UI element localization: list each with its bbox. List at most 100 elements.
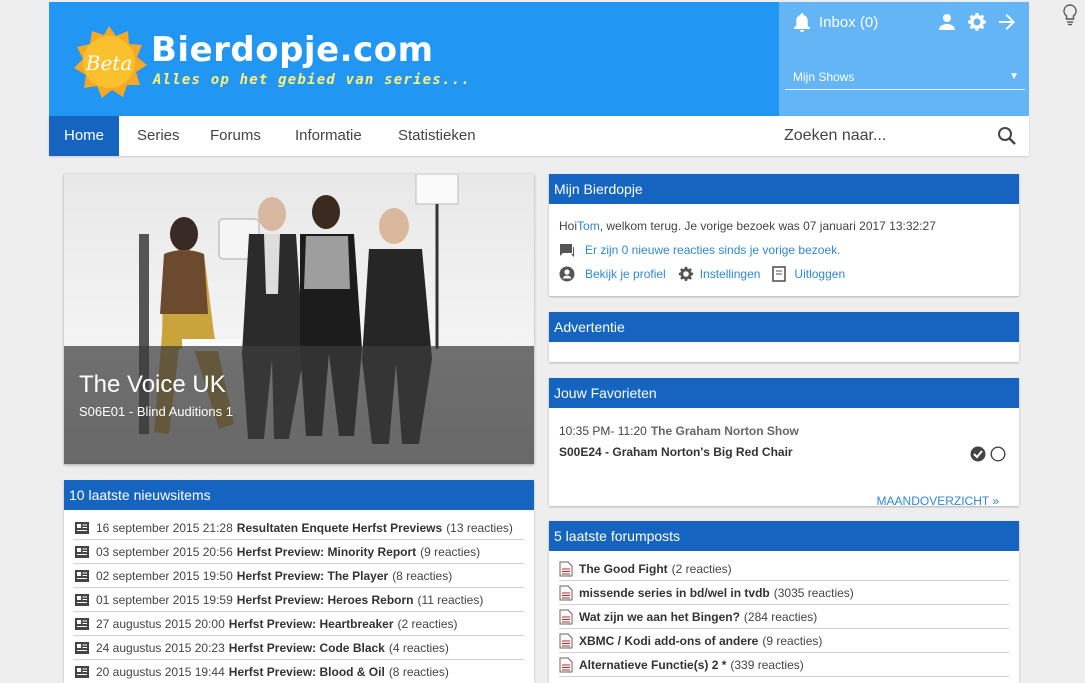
comment-icon bbox=[560, 244, 574, 257]
profile-link[interactable]: Bekijk je profiel bbox=[585, 267, 666, 281]
document-icon bbox=[559, 657, 573, 672]
news-date: 20 augustus 2015 19:44 bbox=[96, 664, 225, 679]
hero-episode[interactable]: S06E01 - Blind Auditions 1 bbox=[79, 404, 233, 419]
newspaper-icon bbox=[75, 545, 89, 558]
forum-item[interactable]: Alternatieve Functie(s) 2 * (339 reacties… bbox=[559, 653, 1009, 677]
news-title[interactable]: Resultaten Enquete Herfst Previews bbox=[237, 521, 442, 535]
featured-show[interactable]: The Voice UK S06E01 - Blind Auditions 1 bbox=[64, 174, 534, 464]
logout-door-icon bbox=[772, 266, 787, 282]
document-icon bbox=[559, 585, 573, 600]
site-header: Beta Bierdopje.com Alles op het gebied v… bbox=[49, 2, 1029, 116]
news-count: (11 reacties) bbox=[417, 592, 484, 607]
news-title[interactable]: Herfst Preview: The Player bbox=[237, 569, 388, 583]
mijn-bierdopje-card: Mijn Bierdopje Hoi Tom , welkom terug. J… bbox=[549, 174, 1019, 296]
site-logo-title[interactable]: Bierdopje.com bbox=[151, 30, 434, 70]
month-overview-link[interactable]: MAANDOVERZICHT » bbox=[877, 494, 999, 508]
news-title[interactable]: Herfst Preview: Code Black bbox=[229, 641, 385, 655]
news-card-title: 10 laatste nieuwsitems bbox=[64, 480, 534, 510]
news-item[interactable]: 20 augustus 2015 19:44 Herfst Preview: Bl… bbox=[74, 660, 524, 683]
forum-item[interactable]: Wat zijn we aan het Bingen? (284 reacties… bbox=[559, 605, 1009, 629]
forum-post-title[interactable]: The Good Fight bbox=[579, 562, 668, 576]
reactions-row[interactable]: Er zijn 0 nieuwe reacties sinds je vorig… bbox=[559, 238, 1009, 262]
news-item[interactable]: 16 september 2015 21:28 Resultaten Enquet… bbox=[74, 516, 524, 540]
search-icon[interactable] bbox=[997, 126, 1017, 146]
newspaper-icon bbox=[75, 569, 89, 582]
news-title[interactable]: Herfst Preview: Heroes Reborn bbox=[237, 593, 414, 607]
inbox-link[interactable]: Inbox (0) bbox=[793, 12, 878, 32]
news-date: 02 september 2015 19:50 bbox=[96, 568, 233, 583]
gear-icon[interactable] bbox=[967, 12, 987, 32]
newspaper-icon bbox=[75, 641, 89, 654]
beta-badge-icon[interactable]: Beta bbox=[71, 24, 147, 100]
news-list: 16 september 2015 21:28 Resultaten Enquet… bbox=[64, 510, 534, 683]
nav-informatie[interactable]: Informatie bbox=[280, 116, 377, 156]
nav-home[interactable]: Home bbox=[49, 116, 120, 156]
empty-circle-icon[interactable] bbox=[990, 446, 1006, 462]
forum-post-title[interactable]: XBMC / Kodi add-ons of andere bbox=[579, 634, 758, 648]
news-title[interactable]: Herfst Preview: Minority Report bbox=[237, 545, 416, 559]
main-nav: Home Series Forums Informatie Statistiek… bbox=[49, 116, 1029, 156]
checkmark-circle-icon[interactable] bbox=[970, 446, 986, 462]
forum-post-count: (3035 reacties) bbox=[773, 585, 854, 600]
inbox-label: Inbox (0) bbox=[819, 13, 879, 31]
news-item[interactable]: 02 september 2015 19:50 Herfst Preview: T… bbox=[74, 564, 524, 588]
beta-label: Beta bbox=[85, 51, 133, 75]
hero-title[interactable]: The Voice UK bbox=[79, 371, 226, 399]
profile-icon[interactable] bbox=[937, 12, 957, 32]
news-item[interactable]: 03 september 2015 20:56 Herfst Preview: M… bbox=[74, 540, 524, 564]
news-count: (9 reacties) bbox=[420, 544, 481, 559]
news-title[interactable]: Herfst Preview: Heartbreaker bbox=[229, 617, 394, 631]
news-count: (8 reacties) bbox=[392, 568, 453, 583]
document-icon bbox=[559, 633, 573, 648]
news-count: (13 reacties) bbox=[446, 520, 513, 535]
chevron-down-icon: ▼ bbox=[1009, 71, 1019, 82]
forum-title: 5 laatste forumposts bbox=[549, 521, 1019, 551]
newspaper-icon bbox=[75, 593, 89, 606]
forum-post-title[interactable]: missende series in bd/wel in tvdb bbox=[579, 586, 770, 600]
news-item[interactable]: 01 september 2015 19:59 Herfst Preview: H… bbox=[74, 588, 524, 612]
username-link[interactable]: Tom bbox=[577, 219, 600, 233]
forum-post-title[interactable]: Alternatieve Functie(s) 2 * bbox=[579, 658, 726, 672]
document-icon bbox=[559, 609, 573, 624]
news-count: (8 reacties) bbox=[388, 664, 449, 679]
logout-arrow-icon[interactable] bbox=[997, 12, 1017, 32]
favorite-time-row: 10:35 PM- 11:20 The Graham Norton Show bbox=[559, 422, 1009, 440]
newspaper-icon bbox=[75, 521, 89, 534]
news-title[interactable]: Herfst Preview: Blood & Oil bbox=[229, 665, 385, 679]
myshows-label: Mijn Shows bbox=[793, 70, 855, 84]
favorites-title: Jouw Favorieten bbox=[549, 378, 1019, 408]
myshows-select[interactable]: Mijn Shows ▼ bbox=[785, 64, 1025, 90]
user-panel: Inbox (0) Mijn Shows ▼ bbox=[779, 2, 1029, 116]
search-box[interactable]: Zoeken naar... bbox=[784, 116, 1029, 156]
favorites-card: Jouw Favorieten 10:35 PM- 11:20 The Grah… bbox=[549, 378, 1019, 508]
settings-gear-icon bbox=[678, 266, 693, 282]
forum-item[interactable]: The Good Fight (2 reacties) bbox=[559, 557, 1009, 581]
nav-series[interactable]: Series bbox=[122, 116, 195, 156]
news-date: 24 augustus 2015 20:23 bbox=[96, 640, 225, 655]
settings-link[interactable]: Instellingen bbox=[700, 267, 761, 281]
bell-icon bbox=[794, 13, 810, 32]
favorite-time: 10:35 PM- 11:20 bbox=[559, 424, 647, 438]
news-count: (2 reacties) bbox=[397, 616, 458, 631]
nav-statistieken[interactable]: Statistieken bbox=[383, 116, 491, 156]
news-card: 10 laatste nieuwsitems 16 september 2015… bbox=[64, 480, 534, 683]
user-actions bbox=[937, 12, 1017, 32]
forum-item[interactable]: XBMC / Kodi add-ons of andere (9 reacties… bbox=[559, 629, 1009, 653]
welcome-line: Hoi Tom , welkom terug. Je vorige bezoek… bbox=[559, 216, 1009, 236]
mijn-card-title: Mijn Bierdopje bbox=[549, 174, 1019, 204]
logout-link[interactable]: Uitloggen bbox=[794, 267, 845, 281]
advertisement-title: Advertentie bbox=[549, 312, 1019, 342]
reactions-link[interactable]: Er zijn 0 nieuwe reacties sinds je vorig… bbox=[585, 243, 840, 257]
forum-post-title[interactable]: Wat zijn we aan het Bingen? bbox=[579, 610, 740, 624]
favorite-episode-row: S00E24 - Graham Norton's Big Red Chair bbox=[559, 440, 1009, 464]
favorite-show-link[interactable]: The Graham Norton Show bbox=[651, 424, 799, 438]
search-input[interactable]: Zoeken naar... bbox=[784, 116, 886, 156]
favorite-episode[interactable]: S00E24 - Graham Norton's Big Red Chair bbox=[559, 445, 793, 459]
newspaper-icon bbox=[75, 617, 89, 630]
nav-forums[interactable]: Forums bbox=[195, 116, 276, 156]
lightbulb-icon[interactable] bbox=[1062, 4, 1078, 26]
news-item[interactable]: 24 augustus 2015 20:23 Herfst Preview: Co… bbox=[74, 636, 524, 660]
news-item[interactable]: 27 augustus 2015 20:00 Herfst Preview: He… bbox=[74, 612, 524, 636]
forum-item[interactable]: missende series in bd/wel in tvdb (3035 r… bbox=[559, 581, 1009, 605]
page: Beta Bierdopje.com Alles op het gebied v… bbox=[49, 0, 1029, 683]
